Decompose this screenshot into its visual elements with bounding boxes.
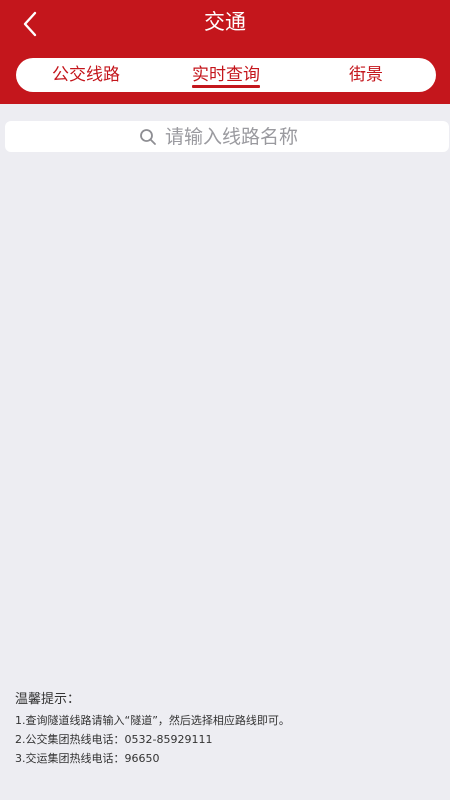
- tips-title: 温馨提示：: [15, 692, 81, 707]
- tab-street-view[interactable]: 街景: [296, 58, 436, 92]
- app-header: 交通 公交线路 实时查询 街景: [0, 0, 450, 104]
- page-title: 交通: [204, 10, 246, 34]
- tab-bar: 公交线路 实时查询 街景: [16, 58, 436, 92]
- search-icon: [140, 128, 156, 145]
- tip-line: 2.公交集团热线电话：0532-85929111: [15, 733, 213, 746]
- tab-label: 实时查询: [192, 65, 260, 85]
- tab-realtime-query[interactable]: 实时查询: [156, 58, 296, 92]
- tips-section: 温馨提示： 1.查询隧道线路请输入“隧道”，然后选择相应路线即可。 2.公交集团…: [15, 690, 435, 768]
- tab-bus-routes[interactable]: 公交线路: [16, 58, 156, 92]
- tip-line: 1.查询隧道线路请输入“隧道”，然后选择相应路线即可。: [15, 714, 290, 727]
- search-bar[interactable]: [5, 121, 449, 152]
- route-search-input[interactable]: [165, 125, 315, 148]
- tab-label: 街景: [349, 65, 383, 85]
- tip-line: 3.交运集团热线电话：96650: [15, 752, 160, 765]
- active-tab-indicator: [192, 85, 260, 88]
- tab-label: 公交线路: [52, 65, 120, 85]
